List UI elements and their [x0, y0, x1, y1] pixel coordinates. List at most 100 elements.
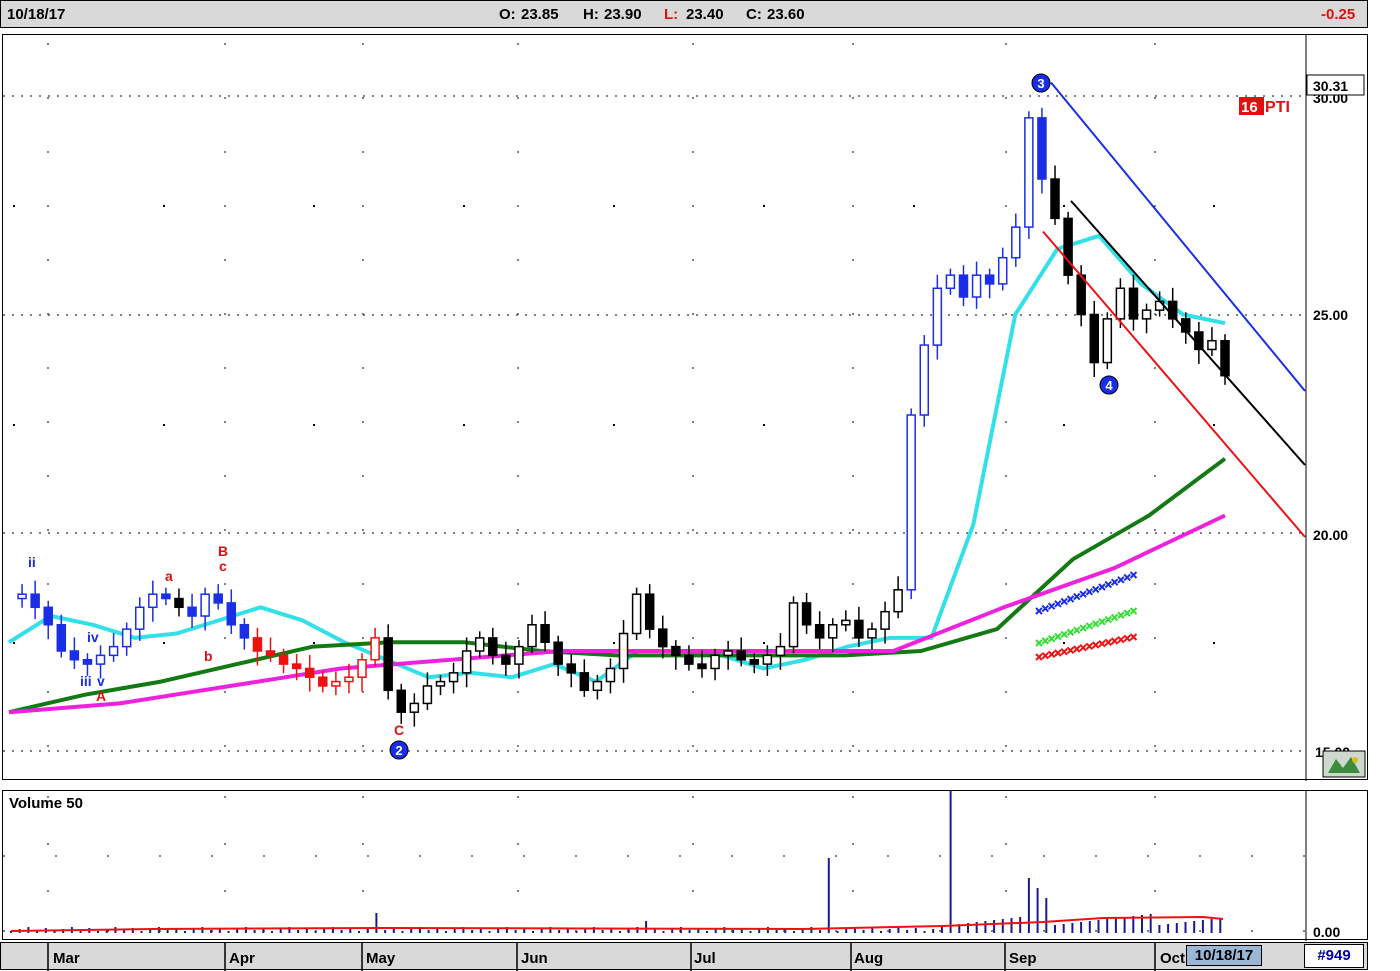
candle	[331, 671, 341, 696]
candle	[135, 597, 145, 641]
close-value: 23.60	[767, 6, 805, 23]
x-row-red	[1129, 633, 1138, 641]
month-jun: Jun	[521, 950, 548, 967]
candle-body	[56, 624, 67, 652]
price-panel[interactable]: 30.00 25.00 20.00 15.00 30.31 16 PTI ii …	[2, 34, 1368, 781]
candle-body	[710, 654, 720, 670]
candle-body	[291, 663, 302, 670]
tick-20: 20.00	[1313, 527, 1348, 543]
candle	[945, 268, 956, 295]
wave-label-C: C	[394, 722, 404, 738]
wave-circle-2-label: 2	[395, 743, 402, 758]
candle-body	[697, 663, 707, 670]
month-may: May	[366, 950, 396, 967]
grid-dot-row2	[313, 642, 315, 644]
wave-circle-3-label: 3	[1037, 76, 1044, 91]
candle-body	[1024, 117, 1034, 228]
x-row-red	[1047, 650, 1056, 659]
candle-body	[187, 606, 197, 617]
candle	[213, 584, 223, 610]
candle	[69, 637, 80, 669]
candle	[631, 587, 642, 641]
x-row-green	[1073, 626, 1081, 634]
candle-body	[95, 654, 106, 665]
x-row-blue	[1085, 588, 1094, 596]
volume-panel[interactable]: Volume 50 0.00	[2, 783, 1368, 941]
candle	[461, 637, 472, 688]
x-row-red	[1041, 651, 1050, 660]
symbol-count-box[interactable]: #949	[1304, 944, 1364, 968]
candle-body	[775, 645, 786, 657]
candle-body	[958, 274, 969, 298]
current-date-box[interactable]: 10/18/17	[1186, 945, 1262, 966]
x-row-green	[1098, 617, 1106, 626]
candle-body	[684, 654, 694, 665]
candle	[618, 619, 629, 683]
candle-body	[435, 680, 446, 687]
candle	[1037, 107, 1047, 194]
candle-body	[605, 667, 616, 683]
wave-label-A: A	[96, 688, 106, 704]
candle-body	[514, 645, 524, 665]
grid-dot-row0	[763, 205, 765, 207]
candle-body	[723, 650, 733, 657]
volume-grid	[3, 796, 1306, 936]
candle-body	[383, 637, 393, 692]
wave-circle-4-label: 4	[1105, 378, 1113, 393]
candle	[854, 606, 864, 648]
candle	[474, 631, 485, 658]
open-value: 23.85	[521, 6, 559, 23]
candle-body	[148, 593, 158, 609]
candle-body	[1011, 226, 1021, 259]
candle-body	[644, 593, 655, 630]
grid-dot-row0	[1063, 205, 1065, 207]
candle-body	[174, 597, 184, 609]
grid-dot-row0	[163, 205, 165, 207]
candle-body	[984, 274, 995, 285]
candle	[383, 624, 393, 700]
candle-body	[801, 602, 812, 626]
x-row-green	[1041, 637, 1050, 645]
candle	[56, 614, 67, 658]
wave-label-B: B	[218, 543, 228, 559]
candle-body	[265, 650, 276, 657]
high-label: H:	[583, 6, 599, 23]
candle-body	[30, 593, 40, 609]
candle-body	[932, 287, 943, 346]
ohlc-header: 10/18/17 O: 23.85 H: 23.90 L: 23.40 C: 2…	[0, 0, 1368, 28]
change-value: -0.25	[1321, 6, 1356, 23]
x-row-red	[1091, 641, 1100, 649]
candle-body	[1115, 287, 1126, 320]
candle-body	[893, 589, 903, 613]
candle	[919, 335, 930, 427]
candle-body	[396, 689, 407, 713]
x-row-green	[1047, 635, 1056, 643]
x-row-green	[1110, 613, 1119, 622]
x-row-red	[1060, 647, 1068, 656]
grid-dot-row0	[613, 205, 615, 207]
candle-body	[540, 624, 550, 644]
x-row-red	[1117, 635, 1125, 644]
candle-body	[906, 414, 916, 591]
candle	[370, 627, 380, 667]
grid-dot-row1	[1063, 424, 1065, 426]
candle-body	[213, 593, 223, 604]
candle-body	[553, 641, 563, 665]
ma-line-green	[8, 457, 1227, 715]
candle-body	[461, 650, 472, 674]
candle	[17, 584, 27, 608]
grid-dot-row0	[313, 205, 315, 207]
candle	[108, 633, 119, 662]
x-row-blue	[1123, 573, 1131, 582]
candle-body	[658, 628, 668, 648]
candle	[827, 618, 838, 653]
candle	[723, 640, 733, 670]
candle-body	[474, 637, 485, 652]
x-marker-rows	[1035, 571, 1138, 661]
candle	[488, 627, 498, 665]
volume-chart-svg: Volume 50 0.00	[3, 783, 1340, 941]
candle-body	[422, 685, 433, 705]
time-axis-svg: Mar Apr May Jun Jul Aug Sep Oct	[47, 943, 1185, 971]
time-axis: Mar Apr May Jun Jul Aug Sep Oct	[0, 942, 1368, 971]
chart-tool-icon[interactable]	[1322, 750, 1366, 778]
